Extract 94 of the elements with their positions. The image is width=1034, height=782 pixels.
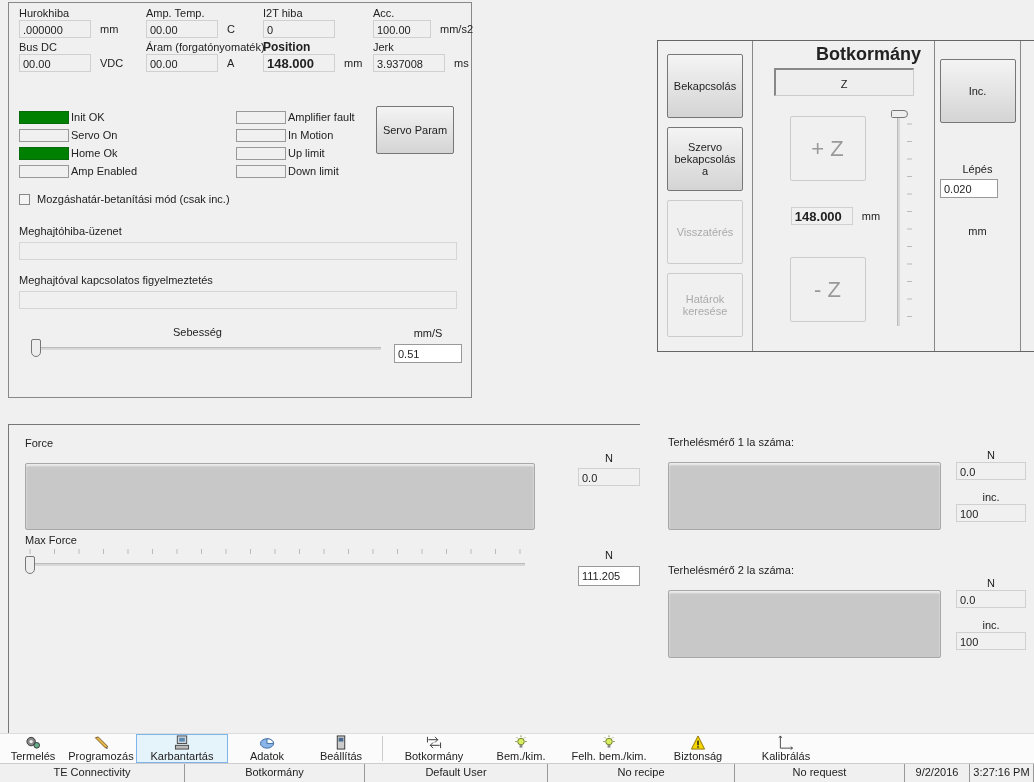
inc-button[interactable]: Inc. — [939, 59, 1016, 123]
value-field: 0 — [263, 20, 335, 38]
status-label: Servo On — [71, 129, 118, 141]
z-slider[interactable] — [888, 110, 915, 328]
toolbar-item[interactable]: Felh. bem./kim. — [563, 734, 655, 764]
toolbar-item[interactable]: Bem./kim. — [479, 734, 563, 764]
status-cell: 9/2/2016 — [905, 764, 970, 782]
max-force-input[interactable]: 111.205 — [578, 565, 640, 586]
status-label: Home Ok — [71, 147, 118, 159]
unit-label: mm/s2 — [440, 23, 473, 35]
slider-thumb[interactable] — [890, 110, 908, 118]
toolbar-item[interactable]: Botkormány — [389, 734, 479, 764]
unit-label: mm — [968, 225, 987, 237]
unit-label: N — [987, 447, 995, 462]
speed-input[interactable]: 0.51 — [394, 344, 462, 363]
joystick-button[interactable]: Bekapcsolás — [667, 54, 743, 118]
field-label: Bus DC — [19, 41, 58, 54]
speed-label: Sebesség — [173, 326, 222, 338]
unit-label: mm — [344, 57, 363, 69]
unit-label: C — [227, 23, 235, 35]
status-label: Down limit — [288, 165, 339, 177]
load-cell-label: Terhelésmérő 2 la száma: — [668, 563, 795, 576]
gears-icon — [25, 735, 41, 751]
status-cell: 3:27:16 PM — [970, 764, 1034, 782]
servo-param-button[interactable]: Servo Param — [376, 106, 454, 154]
unit-label: mm — [100, 23, 119, 35]
unit-label: ms — [454, 57, 469, 69]
value-field: 100.00 — [373, 20, 431, 38]
unit-label: N — [605, 450, 613, 465]
toolbar-item[interactable]: Termelés — [0, 734, 66, 764]
computer-icon — [174, 735, 190, 751]
force-value-field: 0.0 — [956, 589, 1026, 608]
force-label: Force — [25, 436, 55, 449]
field-label: Acc. — [373, 7, 396, 20]
inc-value-field: 100 — [956, 631, 1026, 650]
force-value-field: 0.0 — [956, 461, 1026, 480]
message-label: Meghajtóhiba-üzenet — [19, 225, 123, 237]
status-label: Up limit — [288, 147, 325, 159]
bulb-icon — [601, 735, 617, 751]
status-cell: Default User — [365, 764, 548, 782]
joystick-button[interactable]: Szervo bekapcsolás a — [667, 127, 743, 191]
axis-field: Z — [773, 68, 914, 96]
slider-thumb[interactable] — [25, 555, 35, 574]
unit-label: mm — [861, 210, 881, 222]
axes-icon — [778, 735, 794, 751]
status-cell: Botkormány — [185, 764, 365, 782]
step-label: Lépés — [962, 163, 993, 175]
toolbar-item[interactable]: Biztonság — [655, 734, 741, 764]
toolbar-item[interactable]: Adatok — [228, 734, 306, 764]
unit-label: inc. — [982, 617, 1000, 632]
status-cell: No recipe — [548, 764, 735, 782]
unit-label: N — [987, 575, 995, 590]
unit-label: mm/S — [413, 326, 443, 340]
status-cell: No request — [735, 764, 905, 782]
value-field: 00.00 — [146, 20, 218, 38]
field-label: I2T hiba — [263, 7, 304, 20]
field-label: Jerk — [373, 41, 395, 54]
unit-label: VDC — [100, 57, 124, 69]
unit-label: A — [227, 57, 235, 69]
toolbar-item[interactable]: Programozás — [66, 734, 136, 764]
value-field: 00.00 — [19, 54, 91, 72]
value-field: .000000 — [19, 20, 91, 38]
value-field: 00.00 — [146, 54, 218, 72]
force-value-field: 0.0 — [578, 467, 640, 486]
load-cell-label: Terhelésmérő 1 la száma: — [668, 435, 795, 448]
value-field: 3.937008 — [373, 54, 445, 72]
toolbar-item[interactable]: Karbantartás — [136, 734, 228, 764]
unit-label: N — [605, 547, 613, 562]
field-label: Áram (forgatónyomaték) — [146, 41, 263, 54]
max-force-label: Max Force — [25, 533, 78, 546]
status-label: Amplifier fault — [288, 111, 355, 123]
position-field: 148.000 — [790, 207, 853, 225]
unit-label: inc. — [982, 489, 1000, 504]
step-input[interactable]: 0.020 — [940, 179, 998, 198]
joystick-title: Botkormány — [816, 44, 921, 64]
slider-thumb[interactable] — [31, 339, 41, 357]
warning-icon — [690, 735, 706, 751]
field-label: Amp. Temp. — [146, 7, 206, 20]
status-label: Init OK — [71, 111, 105, 123]
inc-value-field: 100 — [956, 503, 1026, 522]
toolbar-item[interactable]: Beállítás — [306, 734, 376, 764]
field-label: Position — [263, 41, 312, 54]
pencil-icon — [93, 735, 109, 751]
value-field: 148.000 — [263, 54, 335, 72]
status-label: In Motion — [288, 129, 334, 141]
toolbar-item[interactable]: Kalibrálás — [741, 734, 831, 764]
checkbox[interactable] — [19, 193, 30, 205]
checkbox-label: Mozgáshatár-betanítási mód (csak inc.) — [37, 193, 230, 205]
status-cell: TE Connectivity — [0, 764, 185, 782]
field-label: Hurokhiba — [19, 7, 71, 20]
status-label: Amp Enabled — [71, 165, 138, 177]
message-label: Meghajtóval kapcsolatos figyelmeztetés — [19, 274, 214, 286]
arrows-icon — [426, 735, 442, 751]
bulb-icon — [513, 735, 529, 751]
